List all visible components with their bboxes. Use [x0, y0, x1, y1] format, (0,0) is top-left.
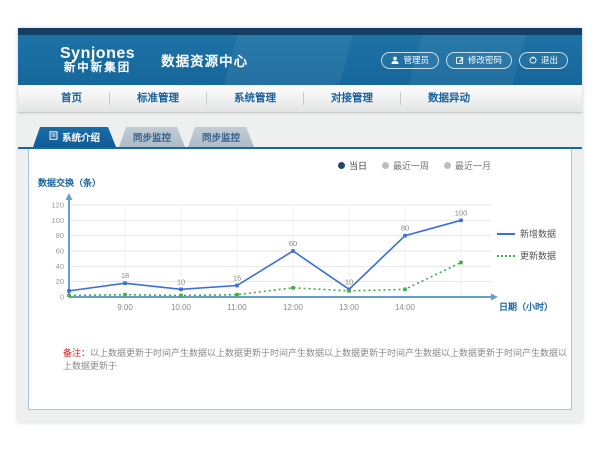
footnote: 备注：以上数据更新于时间产生数据以上数据更新于时间产生数据以上数据更新于时间产生…: [63, 346, 571, 372]
power-icon: [529, 56, 537, 64]
chart-panel: 当日 最近一周 最近一月 数据交换（条） 0 20 40 60 80 100 120 18 10…: [28, 149, 572, 410]
chart-legend: 新增数据 更新数据: [497, 227, 556, 262]
svg-text:10: 10: [345, 277, 353, 286]
svg-text:0: 0: [60, 293, 64, 302]
page-title: 数据资源中心: [161, 50, 248, 70]
radio-today[interactable]: 当日: [338, 159, 367, 172]
radio-dot: [382, 162, 389, 169]
nav-item-data-change[interactable]: 数据异动: [401, 92, 497, 105]
nav-item-home[interactable]: 首页: [34, 92, 110, 105]
tab-system-intro[interactable]: 系统介绍: [33, 127, 116, 147]
header: Synjones 新中新集团 数据资源中心 管理员 修改密码 退出: [18, 35, 582, 85]
svg-text:60: 60: [56, 247, 64, 256]
svg-text:10: 10: [177, 277, 185, 286]
range-filter: 当日 最近一周 最近一月: [29, 149, 571, 172]
svg-text:12:00: 12:00: [283, 303, 304, 312]
radio-dot: [338, 162, 345, 169]
svg-text:9:00: 9:00: [117, 303, 133, 312]
legend-item-new-data[interactable]: 新增数据: [497, 227, 556, 240]
logout-button[interactable]: 退出: [519, 52, 568, 69]
svg-text:100: 100: [51, 216, 64, 225]
brand-logo: Synjones 新中新集团: [32, 45, 145, 75]
logo-text: Synjones: [60, 45, 135, 62]
header-actions: 管理员 修改密码 退出: [381, 52, 568, 69]
svg-text:80: 80: [56, 231, 64, 240]
nav-item-system-mgmt[interactable]: 系统管理: [207, 92, 304, 105]
svg-text:40: 40: [56, 262, 64, 271]
svg-text:14:00: 14:00: [395, 303, 416, 312]
tab-sync-monitor-2[interactable]: 同步监控: [188, 127, 254, 147]
dotted-line-icon: [497, 255, 515, 257]
chart: 0 20 40 60 80 100 120 18 10 15 60 10 80 100 9:00 10:00 1…: [29, 189, 571, 322]
logo-subtext: 新中新集团: [64, 62, 132, 75]
user-button[interactable]: 管理员: [381, 52, 439, 69]
radio-dot: [444, 162, 451, 169]
content-area: 系统介绍 同步监控 同步监控 当日 最近一周: [18, 113, 582, 410]
svg-text:13:00: 13:00: [339, 303, 360, 312]
solid-line-icon: [497, 233, 515, 235]
svg-text:10:00: 10:00: [171, 303, 192, 312]
svg-text:20: 20: [56, 277, 64, 286]
line-chart-svg: 0 20 40 60 80 100 120 18 10 15 60 10 80 100 9:00 10:00 1…: [29, 189, 569, 317]
svg-text:15: 15: [233, 274, 241, 283]
main-nav: 首页 标准管理 系统管理 对接管理 数据异动: [18, 85, 582, 113]
y-axis-title: 数据交换（条）: [38, 176, 571, 189]
tab-sync-monitor-1[interactable]: 同步监控: [119, 127, 185, 147]
edit-icon: [456, 56, 464, 64]
svg-text:11:00: 11:00: [227, 303, 247, 312]
top-strip: [18, 28, 582, 35]
footnote-prefix: 备注：: [63, 348, 90, 358]
svg-text:60: 60: [289, 239, 297, 248]
page: Synjones 新中新集团 数据资源中心 管理员 修改密码 退出: [18, 28, 582, 422]
tab-bar: 系统介绍 同步监控 同步监控: [33, 127, 582, 147]
legend-item-update-data[interactable]: 更新数据: [497, 249, 556, 262]
radio-last-week[interactable]: 最近一周: [382, 159, 429, 172]
radio-last-month[interactable]: 最近一月: [444, 159, 491, 172]
nav-item-interface-mgmt[interactable]: 对接管理: [304, 92, 401, 105]
svg-text:120: 120: [51, 201, 64, 210]
document-icon: [49, 131, 58, 143]
footnote-text: 以上数据更新于时间产生数据以上数据更新于时间产生数据以上数据更新于时间产生数据以…: [63, 348, 567, 371]
svg-text:18: 18: [121, 271, 129, 280]
user-icon: [391, 56, 399, 64]
nav-item-standard-mgmt[interactable]: 标准管理: [110, 92, 207, 105]
svg-text:日期（小时）: 日期（小时）: [499, 301, 553, 312]
change-password-button[interactable]: 修改密码: [446, 52, 512, 69]
svg-text:80: 80: [401, 224, 409, 233]
svg-text:100: 100: [455, 208, 468, 217]
